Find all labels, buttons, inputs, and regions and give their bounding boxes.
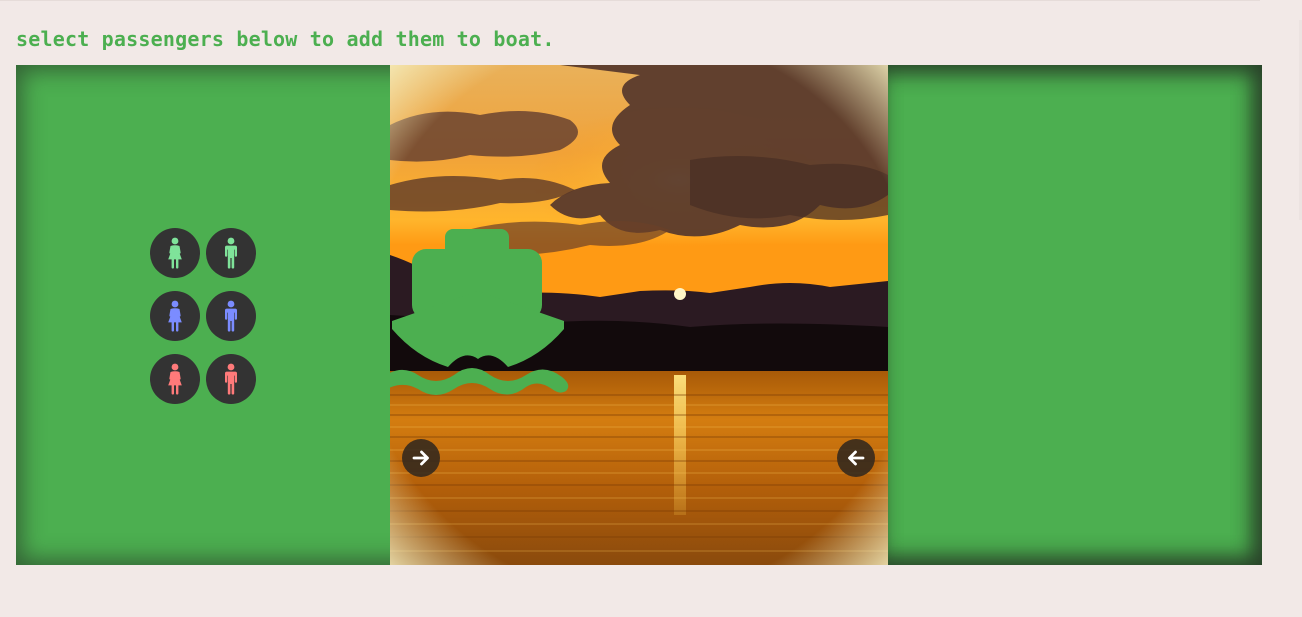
passenger-red-female[interactable] [150,354,200,404]
move-left-button[interactable] [837,439,875,477]
passenger-blue-female[interactable] [150,291,200,341]
passenger-green-male[interactable] [206,228,256,278]
passenger-red-male[interactable] [206,354,256,404]
male-icon [220,300,242,332]
passenger-green-female[interactable] [150,228,200,278]
move-right-button[interactable] [402,439,440,477]
passenger-blue-male[interactable] [206,291,256,341]
arrow-left-icon [846,448,866,468]
female-icon [164,237,186,269]
male-icon [220,363,242,395]
river-area [390,65,888,565]
female-icon [164,363,186,395]
left-bank-passengers [150,228,256,404]
female-icon [164,300,186,332]
instruction-text: select passengers below to add them to b… [16,27,555,51]
ferry-icon[interactable] [390,229,576,401]
arrow-right-icon [411,448,431,468]
right-bank [888,65,1262,565]
game-stage [16,65,1262,565]
top-divider [0,0,1260,1]
male-icon [220,237,242,269]
